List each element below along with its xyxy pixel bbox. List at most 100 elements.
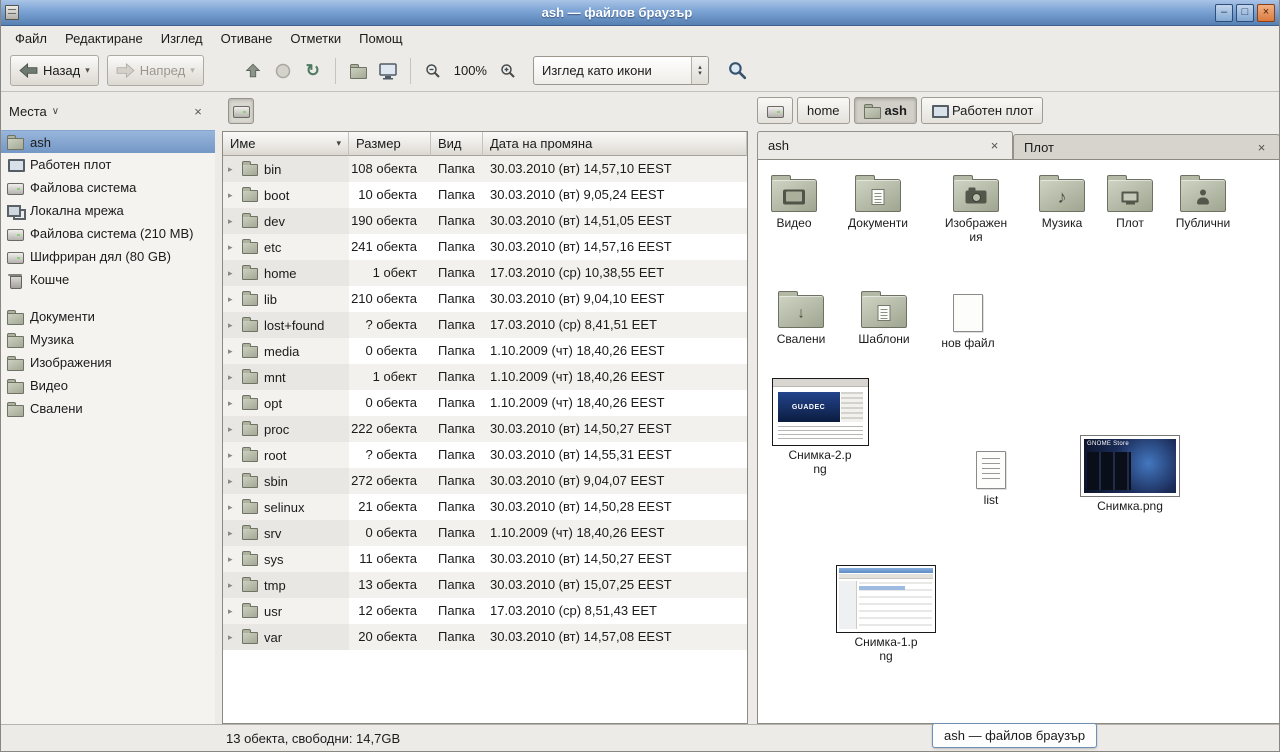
up-button[interactable] (238, 56, 268, 86)
tab-desktop[interactable]: Плот × (1013, 134, 1280, 160)
expander-icon[interactable]: ▸ (228, 346, 242, 357)
places-dropdown-icon[interactable]: ∨ (52, 106, 59, 117)
close-button[interactable]: × (1257, 4, 1275, 22)
file-row[interactable]: ▸srv0 обектаПапка1.10.2009 (чт) 18,40,26… (223, 520, 747, 546)
menu-view[interactable]: Изглед (152, 28, 212, 49)
file-row[interactable]: ▸media0 обектаПапка1.10.2009 (чт) 18,40,… (223, 338, 747, 364)
column-header-name[interactable]: Име▾ (223, 132, 349, 156)
icon-item-list[interactable]: list (953, 445, 1029, 507)
icon-item-new-file[interactable]: нов файл (930, 288, 1006, 350)
file-row[interactable]: ▸proc222 обектаПапка30.03.2010 (вт) 14,5… (223, 416, 747, 442)
icon-item-documents[interactable]: Документи (840, 172, 916, 230)
expander-icon[interactable]: ▸ (228, 372, 242, 383)
tab-close-icon[interactable]: × (1254, 140, 1269, 155)
icon-item-templates[interactable]: Шаблони (846, 288, 922, 346)
minimize-button[interactable]: – (1215, 4, 1233, 22)
sidebar-item-trash[interactable]: Кошче (0, 268, 215, 291)
forward-button[interactable]: Напред ▾ (107, 55, 204, 86)
expander-icon[interactable]: ▸ (228, 580, 242, 591)
file-row[interactable]: ▸usr12 обектаПапка17.03.2010 (ср) 8,51,4… (223, 598, 747, 624)
search-button[interactable] (723, 56, 753, 86)
file-row[interactable]: ▸etc241 обектаПапка30.03.2010 (вт) 14,57… (223, 234, 747, 260)
forward-dropdown-icon[interactable]: ▾ (190, 65, 195, 76)
breadcrumb-home[interactable]: home (797, 97, 850, 124)
maximize-button[interactable]: □ (1236, 4, 1254, 22)
file-row[interactable]: ▸opt0 обектаПапка1.10.2009 (чт) 18,40,26… (223, 390, 747, 416)
expander-icon[interactable]: ▸ (228, 554, 242, 565)
expander-icon[interactable]: ▸ (228, 606, 242, 617)
view-mode-select[interactable]: Изглед като икони ▴▾ (533, 56, 709, 85)
column-header-type[interactable]: Вид (431, 132, 483, 156)
expander-icon[interactable]: ▸ (228, 294, 242, 305)
root-location-button[interactable] (228, 98, 254, 124)
icon-item-pictures[interactable]: Изображения (938, 172, 1014, 244)
expander-icon[interactable]: ▸ (228, 242, 242, 253)
icon-item-desktop[interactable]: Плот (1092, 172, 1168, 230)
expander-icon[interactable]: ▸ (228, 268, 242, 279)
sidebar-item-video[interactable]: Видео (0, 374, 215, 397)
breadcrumb-desktop[interactable]: Работен плот (921, 97, 1043, 124)
sidebar-item-filesystem-210mb[interactable]: Файлова система (210 MB) (0, 222, 215, 245)
sidebar-item-downloads[interactable]: Свалени (0, 397, 215, 420)
icon-item-video[interactable]: Видео (756, 172, 832, 230)
window-menu-icon[interactable] (5, 5, 19, 20)
file-row[interactable]: ▸tmp13 обектаПапка30.03.2010 (вт) 15,07,… (223, 572, 747, 598)
expander-icon[interactable]: ▸ (228, 216, 242, 227)
file-row[interactable]: ▸root? обектаПапка30.03.2010 (вт) 14,55,… (223, 442, 747, 468)
file-row[interactable]: ▸dev190 обектаПапка30.03.2010 (вт) 14,51… (223, 208, 747, 234)
icon-item-public[interactable]: Публични (1165, 172, 1241, 230)
expander-icon[interactable]: ▸ (228, 632, 242, 643)
expander-icon[interactable]: ▸ (228, 502, 242, 513)
menu-help[interactable]: Помощ (350, 28, 411, 49)
file-row[interactable]: ▸mnt1 обектПапка1.10.2009 (чт) 18,40,26 … (223, 364, 747, 390)
breadcrumb-ash[interactable]: ash (854, 97, 917, 124)
menu-file[interactable]: Файл (6, 28, 56, 49)
back-button[interactable]: Назад ▾ (10, 55, 99, 86)
expander-icon[interactable]: ▸ (228, 190, 242, 201)
icon-item-snimka[interactable]: GNOME Store Снимка.png (1080, 435, 1180, 513)
menu-bookmarks[interactable]: Отметки (281, 28, 350, 49)
home-button[interactable] (343, 56, 373, 86)
expander-icon[interactable]: ▸ (228, 398, 242, 409)
breadcrumb-root[interactable] (757, 97, 793, 124)
sidebar-item-ash[interactable]: ash (0, 130, 215, 153)
expander-icon[interactable]: ▸ (228, 528, 242, 539)
file-row[interactable]: ▸sys11 обектаПапка30.03.2010 (вт) 14,50,… (223, 546, 747, 572)
titlebar[interactable]: ash — файлов браузър – □ × (0, 0, 1280, 26)
file-row[interactable]: ▸var20 обектаПапка30.03.2010 (вт) 14,57,… (223, 624, 747, 650)
sidebar-item-music[interactable]: Музика (0, 328, 215, 351)
file-row[interactable]: ▸home1 обектПапка17.03.2010 (ср) 10,38,5… (223, 260, 747, 286)
icon-item-snimka2[interactable]: GUADEC Снимка-2.png (770, 378, 870, 476)
sidebar-item-encrypted[interactable]: Шифриран дял (80 GB) (0, 245, 215, 268)
sidebar-item-filesystem[interactable]: Файлова система (0, 176, 215, 199)
menu-edit[interactable]: Редактиране (56, 28, 152, 49)
icon-view-pane[interactable]: Видео Документи Изображения ♪ Музика Пло… (757, 159, 1280, 724)
sidebar-item-documents[interactable]: Документи (0, 305, 215, 328)
file-row[interactable]: ▸lib210 обектаПапка30.03.2010 (вт) 9,04,… (223, 286, 747, 312)
sidebar-close-icon[interactable]: × (190, 104, 206, 119)
expander-icon[interactable]: ▸ (228, 424, 242, 435)
tab-ash[interactable]: ash × (757, 131, 1013, 160)
file-row[interactable]: ▸bin108 обектаПапка30.03.2010 (вт) 14,57… (223, 156, 747, 182)
sidebar-item-network[interactable]: Локална мрежа (0, 199, 215, 222)
sidebar-item-desktop[interactable]: Работен плот (0, 153, 215, 176)
column-header-date[interactable]: Дата на промяна (483, 132, 747, 156)
expander-icon[interactable]: ▸ (228, 450, 242, 461)
expander-icon[interactable]: ▸ (228, 320, 242, 331)
computer-button[interactable] (373, 56, 403, 86)
back-dropdown-icon[interactable]: ▾ (85, 65, 90, 76)
file-row[interactable]: ▸boot10 обектаПапка30.03.2010 (вт) 9,05,… (223, 182, 747, 208)
sidebar-item-pictures[interactable]: Изображения (0, 351, 215, 374)
expander-icon[interactable]: ▸ (228, 164, 242, 175)
icon-item-music[interactable]: ♪ Музика (1024, 172, 1100, 230)
expander-icon[interactable]: ▸ (228, 476, 242, 487)
spinner-icon[interactable]: ▴▾ (691, 57, 708, 84)
icon-item-downloads[interactable]: ↓ Свалени (763, 288, 839, 346)
places-title[interactable]: Места (9, 104, 47, 119)
stop-button[interactable] (268, 56, 298, 86)
taskbar-window-button[interactable]: ash — файлов браузър (932, 723, 1097, 748)
zoom-in-button[interactable] (493, 56, 523, 86)
zoom-out-button[interactable] (418, 56, 448, 86)
menu-go[interactable]: Отиване (212, 28, 282, 49)
file-row[interactable]: ▸sbin272 обектаПапка30.03.2010 (вт) 9,04… (223, 468, 747, 494)
